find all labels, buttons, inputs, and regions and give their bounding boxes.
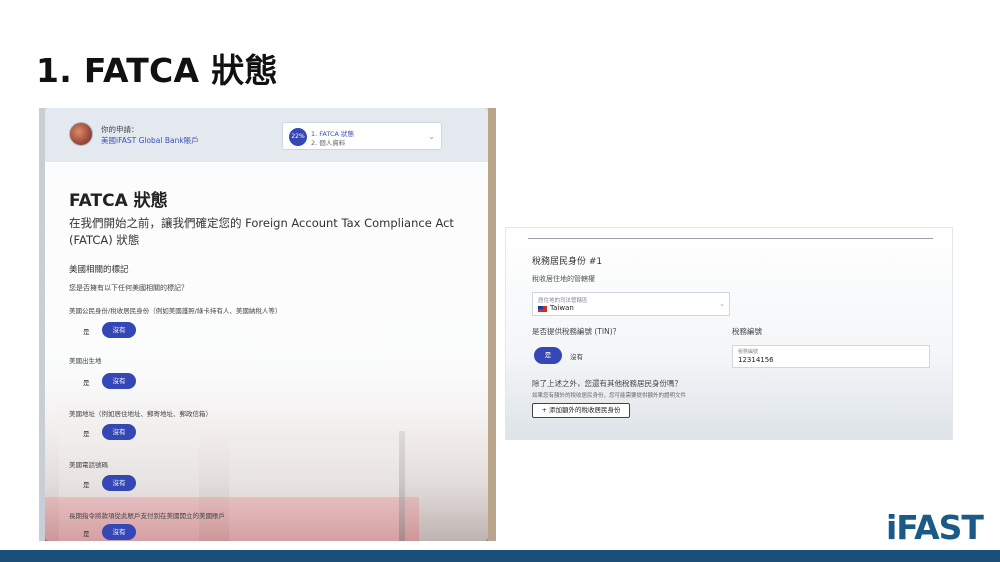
chevron-down-icon: ⌄ — [428, 132, 435, 141]
yes-option[interactable]: 是 — [83, 428, 90, 438]
yes-option[interactable]: 是 — [83, 479, 90, 489]
ifast-logo: iFAST — [886, 508, 984, 547]
question-label: 美國出生地 — [69, 357, 102, 365]
taiwan-flag-icon — [538, 306, 547, 312]
avatar — [69, 122, 93, 146]
no-button[interactable]: 沒有 — [102, 322, 136, 338]
no-option[interactable]: 沒有 — [570, 351, 583, 361]
tin-input[interactable]: 稅務編號 12314156 — [732, 345, 930, 368]
application-card: 你的申請： 美國iFAST Global Bank賬戶 22% 1. FATCA… — [45, 108, 488, 541]
fatca-form-screenshot: 你的申請： 美國iFAST Global Bank賬戶 22% 1. FATCA… — [39, 108, 496, 541]
application-label: 你的申請： — [101, 125, 139, 134]
question-label: 長期指令將款項從此賬戶支付到在美國開立的美國賬戶 — [69, 512, 225, 520]
next-step: 2. 個人資料 — [311, 139, 346, 147]
yes-option[interactable]: 是 — [83, 326, 90, 336]
yes-button[interactable]: 是 — [534, 347, 562, 364]
progress-dropdown[interactable]: 22% 1. FATCA 狀態 2. 個人資料 ⌄ — [282, 122, 442, 150]
background-strip-right — [488, 108, 496, 541]
tin-question: 是否提供稅務編號 (TIN)？ — [532, 327, 621, 336]
yes-option[interactable]: 是 — [83, 528, 90, 538]
other-residency-question: 除了上述之外，您還有其他稅務居民身份嗎？ — [532, 379, 682, 388]
slide: 1. FATCA 狀態 你的申請： 美國iFAST Global Bank賬戶 … — [0, 0, 1000, 562]
select-value: Taiwan — [550, 304, 574, 312]
tax-residency-title: 稅務居民身份 #1 — [532, 257, 603, 267]
form-body: FATCA 狀態 在我們開始之前，讓我們確定您的 Foreign Account… — [45, 162, 488, 541]
intro-text: 在我們開始之前，讓我們確定您的 Foreign Account Tax Comp… — [69, 216, 454, 247]
chevron-down-icon: ⌄ — [719, 300, 725, 308]
question-label: 美國公民身份/稅收居民身份（例如美國護照/綠卡持有人、美國納稅人等） — [69, 307, 282, 315]
add-tax-residency-button[interactable]: + 添加額外的稅收居民身份 — [532, 403, 630, 418]
no-button[interactable]: 沒有 — [102, 424, 136, 440]
question-label: 美國電話號碼 — [69, 461, 108, 469]
question-label: 美國地址（例如居住地址、郵寄地址、郵政信箱） — [69, 410, 212, 418]
section-title: 美國相關的標記 — [69, 265, 129, 275]
footer-bar — [0, 550, 1000, 562]
tin-floating-label: 稅務編號 — [738, 349, 759, 355]
yes-option[interactable]: 是 — [83, 377, 90, 387]
progress-indicator: 22% — [289, 128, 307, 146]
slide-title: 1. FATCA 狀態 — [36, 51, 278, 90]
application-header: 你的申請： 美國iFAST Global Bank賬戶 22% 1. FATCA… — [45, 108, 488, 162]
jurisdiction-label: 稅收居住地的管轄權 — [532, 275, 595, 283]
application-name[interactable]: 美國iFAST Global Bank賬戶 — [101, 135, 199, 146]
select-floating-label: 居住地的司法管轄區 — [538, 298, 588, 304]
divider — [528, 238, 933, 239]
other-residency-note: 如果您有額外的稅收居民身份，您可能需要提供額外的證明文件 — [532, 393, 687, 399]
no-button[interactable]: 沒有 — [102, 475, 136, 491]
no-button[interactable]: 沒有 — [102, 373, 136, 389]
tax-residency-screenshot: 稅務居民身份 #1 稅收居住地的管轄權 居住地的司法管轄區 Taiwan ⌄ 是… — [505, 227, 953, 440]
page-heading: FATCA 狀態 — [69, 191, 168, 211]
tin-value: 12314156 — [738, 356, 774, 364]
section-question: 您是否擁有以下任何美國相關的標記？ — [69, 284, 188, 292]
tin-label: 稅務編號 — [732, 327, 762, 336]
no-button[interactable]: 沒有 — [102, 524, 136, 540]
jurisdiction-select[interactable]: 居住地的司法管轄區 Taiwan ⌄ — [532, 292, 730, 316]
